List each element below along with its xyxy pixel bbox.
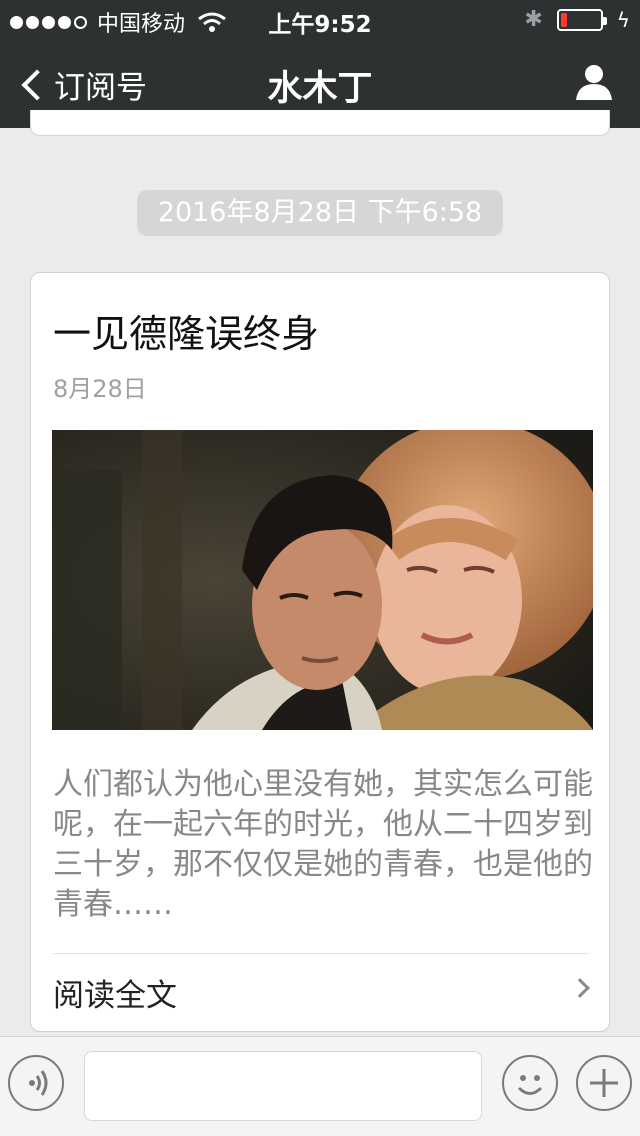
battery-icon — [556, 8, 607, 31]
plus-icon — [590, 1069, 618, 1097]
article-date: 8月28日 — [53, 375, 147, 403]
cover-photo — [52, 430, 593, 730]
message-input[interactable] — [84, 1051, 482, 1121]
previous-message-card[interactable] — [30, 110, 610, 136]
plus-button[interactable] — [576, 1055, 632, 1111]
chevron-right-icon[interactable] — [570, 978, 590, 998]
person-icon[interactable] — [574, 62, 614, 102]
message-timestamp: 2016年8月28日 下午6:58 — [137, 190, 503, 236]
battery-level — [560, 12, 567, 27]
card-divider — [53, 953, 589, 954]
read-more-link[interactable]: 阅读全文 — [53, 970, 177, 1015]
input-toolbar — [0, 1036, 640, 1136]
emoji-button[interactable] — [502, 1055, 558, 1111]
charging-icon: ϟ — [616, 7, 630, 32]
voice-button[interactable] — [8, 1055, 64, 1111]
top-bar: 中国移动 上午9:52 ✱ ϟ 订阅号 水木丁 — [0, 0, 640, 128]
bluetooth-icon: ✱ — [524, 7, 543, 32]
status-bar: 中国移动 上午9:52 ✱ ϟ — [0, 0, 640, 40]
article-digest: 人们都认为他心里没有她，其实怎么可能呢，在一起六年的时光，他从二十四岁到三十岁，… — [53, 767, 593, 922]
article-cover-image[interactable] — [52, 430, 593, 730]
smiley-icon — [517, 1075, 543, 1095]
article-title[interactable]: 一见德隆误终身 — [53, 303, 319, 358]
page-title: 水木丁 — [267, 69, 373, 109]
article-card[interactable]: 一见德隆误终身 8月28日 人们都认为他心里没有她，其实怎么可能呢，在一起六年的… — [30, 272, 610, 1032]
voice-icon — [29, 1070, 48, 1096]
